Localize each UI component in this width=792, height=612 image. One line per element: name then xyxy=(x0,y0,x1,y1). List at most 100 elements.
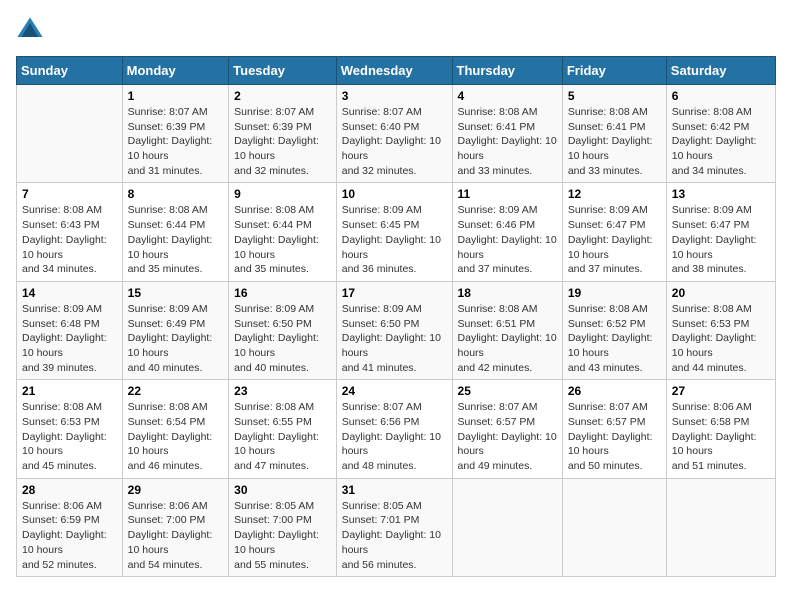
day-info: Sunrise: 8:07 AMSunset: 6:57 PMDaylight:… xyxy=(568,400,661,473)
day-number: 18 xyxy=(458,286,557,300)
weekday-header-monday: Monday xyxy=(122,57,229,85)
day-info: Sunrise: 8:07 AMSunset: 6:40 PMDaylight:… xyxy=(342,105,447,178)
day-info: Sunrise: 8:07 AMSunset: 6:39 PMDaylight:… xyxy=(234,105,331,178)
day-number: 6 xyxy=(672,89,770,103)
calendar-cell xyxy=(666,478,775,576)
weekday-header-wednesday: Wednesday xyxy=(336,57,452,85)
day-number: 5 xyxy=(568,89,661,103)
calendar-cell: 15 Sunrise: 8:09 AMSunset: 6:49 PMDayligh… xyxy=(122,281,229,379)
calendar-cell: 26 Sunrise: 8:07 AMSunset: 6:57 PMDayligh… xyxy=(562,380,666,478)
day-info: Sunrise: 8:09 AMSunset: 6:46 PMDaylight:… xyxy=(458,203,557,276)
calendar-cell: 17 Sunrise: 8:09 AMSunset: 6:50 PMDayligh… xyxy=(336,281,452,379)
calendar-cell: 7 Sunrise: 8:08 AMSunset: 6:43 PMDaylight… xyxy=(17,183,123,281)
day-number: 25 xyxy=(458,384,557,398)
day-number: 24 xyxy=(342,384,447,398)
day-number: 3 xyxy=(342,89,447,103)
day-number: 10 xyxy=(342,187,447,201)
logo xyxy=(16,16,46,44)
week-row-4: 21 Sunrise: 8:08 AMSunset: 6:53 PMDayligh… xyxy=(17,380,776,478)
day-info: Sunrise: 8:08 AMSunset: 6:43 PMDaylight:… xyxy=(22,203,117,276)
weekday-header-friday: Friday xyxy=(562,57,666,85)
day-info: Sunrise: 8:06 AMSunset: 6:58 PMDaylight:… xyxy=(672,400,770,473)
day-number: 14 xyxy=(22,286,117,300)
calendar-cell: 28 Sunrise: 8:06 AMSunset: 6:59 PMDayligh… xyxy=(17,478,123,576)
week-row-1: 1 Sunrise: 8:07 AMSunset: 6:39 PMDaylight… xyxy=(17,85,776,183)
day-number: 28 xyxy=(22,483,117,497)
calendar-cell: 9 Sunrise: 8:08 AMSunset: 6:44 PMDaylight… xyxy=(229,183,337,281)
page-header xyxy=(16,16,776,44)
day-info: Sunrise: 8:08 AMSunset: 6:41 PMDaylight:… xyxy=(458,105,557,178)
day-info: Sunrise: 8:08 AMSunset: 6:44 PMDaylight:… xyxy=(234,203,331,276)
calendar-cell xyxy=(452,478,562,576)
day-number: 11 xyxy=(458,187,557,201)
calendar-cell: 21 Sunrise: 8:08 AMSunset: 6:53 PMDayligh… xyxy=(17,380,123,478)
calendar-header: SundayMondayTuesdayWednesdayThursdayFrid… xyxy=(17,57,776,85)
calendar-cell: 23Sunrise: 8:08 AMSunset: 6:55 PMDayligh… xyxy=(229,380,337,478)
calendar-cell: 27 Sunrise: 8:06 AMSunset: 6:58 PMDayligh… xyxy=(666,380,775,478)
day-number: 17 xyxy=(342,286,447,300)
logo-icon xyxy=(16,16,44,44)
day-info: Sunrise: 8:08 AMSunset: 6:41 PMDaylight:… xyxy=(568,105,661,178)
calendar-cell: 29 Sunrise: 8:06 AMSunset: 7:00 PMDayligh… xyxy=(122,478,229,576)
week-row-2: 7 Sunrise: 8:08 AMSunset: 6:43 PMDaylight… xyxy=(17,183,776,281)
day-info: Sunrise: 8:05 AMSunset: 7:01 PMDaylight:… xyxy=(342,499,447,572)
day-info: Sunrise: 8:09 AMSunset: 6:45 PMDaylight:… xyxy=(342,203,447,276)
day-number: 21 xyxy=(22,384,117,398)
day-info: Sunrise: 8:08 AMSunset: 6:53 PMDaylight:… xyxy=(22,400,117,473)
calendar-cell: 11 Sunrise: 8:09 AMSunset: 6:46 PMDayligh… xyxy=(452,183,562,281)
calendar-cell: 13 Sunrise: 8:09 AMSunset: 6:47 PMDayligh… xyxy=(666,183,775,281)
calendar-cell: 30Sunrise: 8:05 AMSunset: 7:00 PMDayligh… xyxy=(229,478,337,576)
day-number: 31 xyxy=(342,483,447,497)
calendar-cell: 12 Sunrise: 8:09 AMSunset: 6:47 PMDayligh… xyxy=(562,183,666,281)
day-number: 1 xyxy=(128,89,224,103)
day-number: 7 xyxy=(22,187,117,201)
day-info: Sunrise: 8:08 AMSunset: 6:44 PMDaylight:… xyxy=(128,203,224,276)
day-info: Sunrise: 8:09 AMSunset: 6:47 PMDaylight:… xyxy=(672,203,770,276)
day-info: Sunrise: 8:06 AMSunset: 7:00 PMDaylight:… xyxy=(128,499,224,572)
day-number: 27 xyxy=(672,384,770,398)
day-number: 15 xyxy=(128,286,224,300)
weekday-header-tuesday: Tuesday xyxy=(229,57,337,85)
day-number: 8 xyxy=(128,187,224,201)
day-info: Sunrise: 8:08 AMSunset: 6:52 PMDaylight:… xyxy=(568,302,661,375)
day-number: 12 xyxy=(568,187,661,201)
calendar-cell: 16 Sunrise: 8:09 AMSunset: 6:50 PMDayligh… xyxy=(229,281,337,379)
calendar-cell: 18 Sunrise: 8:08 AMSunset: 6:51 PMDayligh… xyxy=(452,281,562,379)
day-number: 23 xyxy=(234,384,331,398)
calendar-body: 1 Sunrise: 8:07 AMSunset: 6:39 PMDaylight… xyxy=(17,85,776,577)
weekday-header-sunday: Sunday xyxy=(17,57,123,85)
calendar-cell: 8 Sunrise: 8:08 AMSunset: 6:44 PMDaylight… xyxy=(122,183,229,281)
weekday-header-saturday: Saturday xyxy=(666,57,775,85)
day-number: 29 xyxy=(128,483,224,497)
day-number: 13 xyxy=(672,187,770,201)
week-row-5: 28 Sunrise: 8:06 AMSunset: 6:59 PMDayligh… xyxy=(17,478,776,576)
day-info: Sunrise: 8:08 AMSunset: 6:42 PMDaylight:… xyxy=(672,105,770,178)
day-number: 9 xyxy=(234,187,331,201)
calendar-cell: 3 Sunrise: 8:07 AMSunset: 6:40 PMDaylight… xyxy=(336,85,452,183)
calendar-cell: 14Sunrise: 8:09 AMSunset: 6:48 PMDayligh… xyxy=(17,281,123,379)
calendar-cell: 19Sunrise: 8:08 AMSunset: 6:52 PMDayligh… xyxy=(562,281,666,379)
calendar-cell: 31 Sunrise: 8:05 AMSunset: 7:01 PMDayligh… xyxy=(336,478,452,576)
day-number: 4 xyxy=(458,89,557,103)
day-info: Sunrise: 8:09 AMSunset: 6:49 PMDaylight:… xyxy=(128,302,224,375)
calendar-cell xyxy=(17,85,123,183)
calendar-cell: 22 Sunrise: 8:08 AMSunset: 6:54 PMDayligh… xyxy=(122,380,229,478)
calendar-cell: 10 Sunrise: 8:09 AMSunset: 6:45 PMDayligh… xyxy=(336,183,452,281)
day-number: 20 xyxy=(672,286,770,300)
calendar-cell: 2Sunrise: 8:07 AMSunset: 6:39 PMDaylight… xyxy=(229,85,337,183)
day-info: Sunrise: 8:09 AMSunset: 6:50 PMDaylight:… xyxy=(234,302,331,375)
day-info: Sunrise: 8:05 AMSunset: 7:00 PMDaylight:… xyxy=(234,499,331,572)
day-info: Sunrise: 8:08 AMSunset: 6:51 PMDaylight:… xyxy=(458,302,557,375)
day-info: Sunrise: 8:08 AMSunset: 6:53 PMDaylight:… xyxy=(672,302,770,375)
calendar-cell xyxy=(562,478,666,576)
day-info: Sunrise: 8:06 AMSunset: 6:59 PMDaylight:… xyxy=(22,499,117,572)
calendar-cell: 25Sunrise: 8:07 AMSunset: 6:57 PMDayligh… xyxy=(452,380,562,478)
day-number: 22 xyxy=(128,384,224,398)
day-info: Sunrise: 8:09 AMSunset: 6:50 PMDaylight:… xyxy=(342,302,447,375)
calendar-cell: 24Sunrise: 8:07 AMSunset: 6:56 PMDayligh… xyxy=(336,380,452,478)
day-number: 16 xyxy=(234,286,331,300)
day-info: Sunrise: 8:08 AMSunset: 6:54 PMDaylight:… xyxy=(128,400,224,473)
calendar-cell: 4 Sunrise: 8:08 AMSunset: 6:41 PMDaylight… xyxy=(452,85,562,183)
day-number: 26 xyxy=(568,384,661,398)
day-info: Sunrise: 8:09 AMSunset: 6:47 PMDaylight:… xyxy=(568,203,661,276)
